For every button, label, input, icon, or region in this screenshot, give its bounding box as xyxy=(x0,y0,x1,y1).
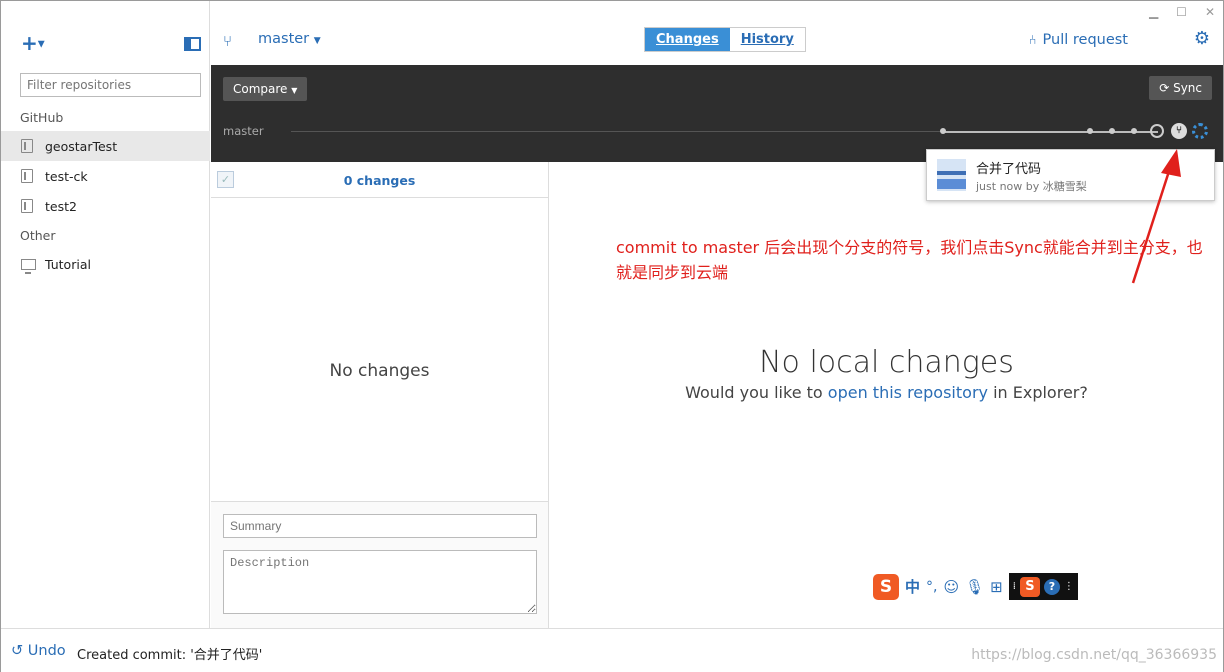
microphone-icon[interactable]: 🎙 xyxy=(965,578,984,596)
section-github: GitHub xyxy=(20,110,64,125)
ime-punctuation-toggle[interactable]: °, xyxy=(926,579,937,595)
keyboard-icon[interactable]: ⊞ xyxy=(990,578,1003,596)
watermark: https://blog.csdn.net/qq_36366935 xyxy=(971,647,1217,663)
ime-mode-toggle[interactable]: 中 xyxy=(905,576,920,597)
repo-label: test-ck xyxy=(45,168,88,184)
timeline-track xyxy=(291,131,941,132)
commit-meta: just now by 冰糖雪梨 xyxy=(976,180,1087,193)
monitor-icon xyxy=(21,258,36,274)
caret-down-icon: ▼ xyxy=(291,86,298,95)
ime-mini-bar: ⁞ S ? ⋮ xyxy=(1008,573,1078,600)
add-repository-button[interactable]: +▼ xyxy=(21,33,45,55)
no-changes-label: No changes xyxy=(329,361,430,381)
compare-button[interactable]: Compare ▼ xyxy=(223,77,308,101)
pull-request-button[interactable]: ⑃ Pull request xyxy=(1029,32,1128,48)
commit-title: 合并了代码 xyxy=(976,162,1042,177)
header: ⑂ master ▼ Changes History ⑃ Pull request… xyxy=(211,1,1223,65)
repo-label: geostarTest xyxy=(45,138,118,154)
grip-icon: ⁞ xyxy=(1012,581,1016,592)
timeline-branch-label: master xyxy=(223,124,264,138)
help-icon[interactable]: ? xyxy=(1043,578,1060,595)
branch-toolbar: Compare ▼ ⟳ Sync master ⑂ xyxy=(211,65,1223,162)
main-title: No local changes xyxy=(759,345,1014,380)
changes-panel: ✓ 0 changes No changes xyxy=(211,162,549,628)
repo-label: test2 xyxy=(45,198,77,214)
summary-input[interactable] xyxy=(223,514,537,538)
toggle-sidebar-icon[interactable] xyxy=(184,37,201,51)
branch-icon: ⑂ xyxy=(223,32,233,50)
caret-down-icon: ▼ xyxy=(313,36,321,46)
repo-label: Tutorial xyxy=(45,256,91,272)
subtitle-text: in Explorer? xyxy=(987,383,1088,402)
sidebar-top: +▼ xyxy=(1,1,209,65)
ime-logo-icon[interactable]: S xyxy=(873,573,899,600)
ime-logo-icon[interactable]: S xyxy=(1019,576,1040,597)
repo-icon xyxy=(21,199,33,213)
unsynced-commit-icon[interactable] xyxy=(1192,123,1208,139)
gear-icon[interactable]: ⚙ xyxy=(1194,28,1210,49)
more-icon[interactable]: ⋮ xyxy=(1064,581,1074,592)
view-tabs: Changes History xyxy=(644,27,806,52)
section-other: Other xyxy=(20,228,56,243)
changes-header: ✓ 0 changes xyxy=(211,162,548,198)
changes-count: 0 changes xyxy=(343,173,416,188)
commit-dot[interactable] xyxy=(1087,128,1093,134)
ime-toolbar: S 中 °, ☺ 🎙 ⊞ ⁞ S ? ⋮ xyxy=(873,573,1078,600)
undo-button[interactable]: ↺ Undo xyxy=(11,643,66,659)
sidebar-item-tutorial[interactable]: Tutorial xyxy=(1,249,210,279)
status-bar: ↺ Undo Created commit: '合并了代码' https://b… xyxy=(1,628,1223,672)
branch-selector[interactable]: master ▼ xyxy=(258,31,321,47)
repo-icon xyxy=(21,139,33,153)
subtitle-text: Would you like to xyxy=(685,383,828,402)
tab-changes[interactable]: Changes xyxy=(645,28,730,51)
open-repository-link[interactable]: open this repository xyxy=(828,383,988,402)
commit-form xyxy=(211,501,548,628)
sidebar-item-geostartest[interactable]: geostarTest xyxy=(1,131,210,161)
caret-down-icon: ▼ xyxy=(37,39,45,50)
status-message: Created commit: '合并了代码' xyxy=(77,648,263,663)
tab-history[interactable]: History xyxy=(729,28,805,51)
sidebar: +▼ GitHub geostarTest test-ck test2 Othe… xyxy=(1,1,210,628)
commit-dot[interactable] xyxy=(940,128,946,134)
sync-icon: ⟳ xyxy=(1159,81,1170,95)
description-input[interactable] xyxy=(223,550,537,614)
emoji-icon[interactable]: ☺ xyxy=(943,578,959,596)
undo-icon: ↺ xyxy=(11,643,24,659)
filter-repositories-input[interactable] xyxy=(20,73,201,97)
avatar xyxy=(937,159,966,191)
sync-button[interactable]: ⟳ Sync xyxy=(1149,76,1212,100)
annotation-arrow xyxy=(1131,149,1181,284)
repo-icon xyxy=(21,169,33,183)
pull-request-icon: ⑃ xyxy=(1028,33,1037,48)
sidebar-item-test-ck[interactable]: test-ck xyxy=(1,161,210,191)
sidebar-item-test2[interactable]: test2 xyxy=(1,191,210,221)
commit-dot[interactable] xyxy=(1109,128,1115,134)
main-subtitle: Would you like to open this repository i… xyxy=(550,383,1223,402)
